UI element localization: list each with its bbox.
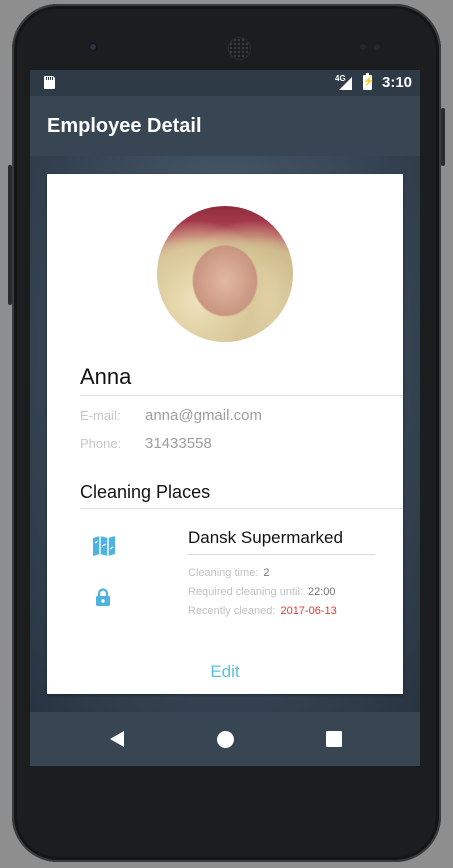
signal-icon bbox=[339, 77, 352, 90]
edit-button[interactable]: Edit bbox=[197, 662, 253, 682]
phone-value: 31433558 bbox=[145, 435, 212, 452]
cleaning-time-row: Cleaning time: 2 bbox=[188, 567, 269, 579]
volume-button bbox=[8, 165, 12, 305]
battery-charging-icon bbox=[363, 73, 374, 90]
employee-card: Anna E-mail: anna@gmail.com Phone: 31433… bbox=[47, 174, 403, 694]
screen: 4G 3:10 Employee Detail Anna E-mail: ann… bbox=[30, 70, 420, 766]
email-label: E-mail: bbox=[80, 408, 121, 423]
home-icon[interactable] bbox=[217, 731, 234, 748]
place-name: Dansk Supermarked bbox=[188, 528, 343, 547]
required-until-label: Required cleaning until: bbox=[188, 586, 303, 598]
place-name-underline bbox=[188, 554, 375, 555]
employee-name: Anna bbox=[80, 364, 132, 389]
required-until-row: Required cleaning until: 22:00 bbox=[188, 586, 336, 598]
cleaning-time-value: 2 bbox=[263, 567, 270, 579]
phone-label: Phone: bbox=[80, 436, 122, 451]
back-icon[interactable] bbox=[110, 731, 124, 747]
light-sensor bbox=[374, 44, 380, 50]
email-value: anna@gmail.com bbox=[145, 407, 262, 424]
earpiece-speaker bbox=[228, 37, 251, 60]
recently-cleaned-value: 2017-06-13 bbox=[280, 605, 337, 617]
cleaning-time-label: Cleaning time: bbox=[188, 567, 259, 579]
employee-avatar bbox=[157, 206, 293, 342]
proximity-sensor bbox=[360, 44, 366, 50]
sd-card-icon bbox=[44, 76, 55, 89]
name-divider bbox=[80, 395, 403, 396]
power-button bbox=[441, 108, 445, 166]
status-time: 3:10 bbox=[382, 74, 413, 91]
required-until-value: 22:00 bbox=[307, 586, 336, 598]
navigation-bar bbox=[30, 712, 420, 766]
app-bar: Employee Detail bbox=[30, 96, 420, 156]
map-icon bbox=[93, 536, 115, 556]
recently-cleaned-label: Recently cleaned: bbox=[188, 605, 276, 617]
cleaning-places-title: Cleaning Places bbox=[80, 482, 211, 502]
section-divider bbox=[80, 508, 403, 509]
lock-icon bbox=[96, 588, 110, 606]
page-title: Employee Detail bbox=[47, 115, 202, 137]
status-bar: 4G 3:10 bbox=[30, 70, 420, 96]
recent-apps-icon[interactable] bbox=[326, 731, 342, 747]
front-camera bbox=[88, 42, 98, 52]
recently-cleaned-row: Recently cleaned: 2017-06-13 bbox=[188, 605, 337, 617]
